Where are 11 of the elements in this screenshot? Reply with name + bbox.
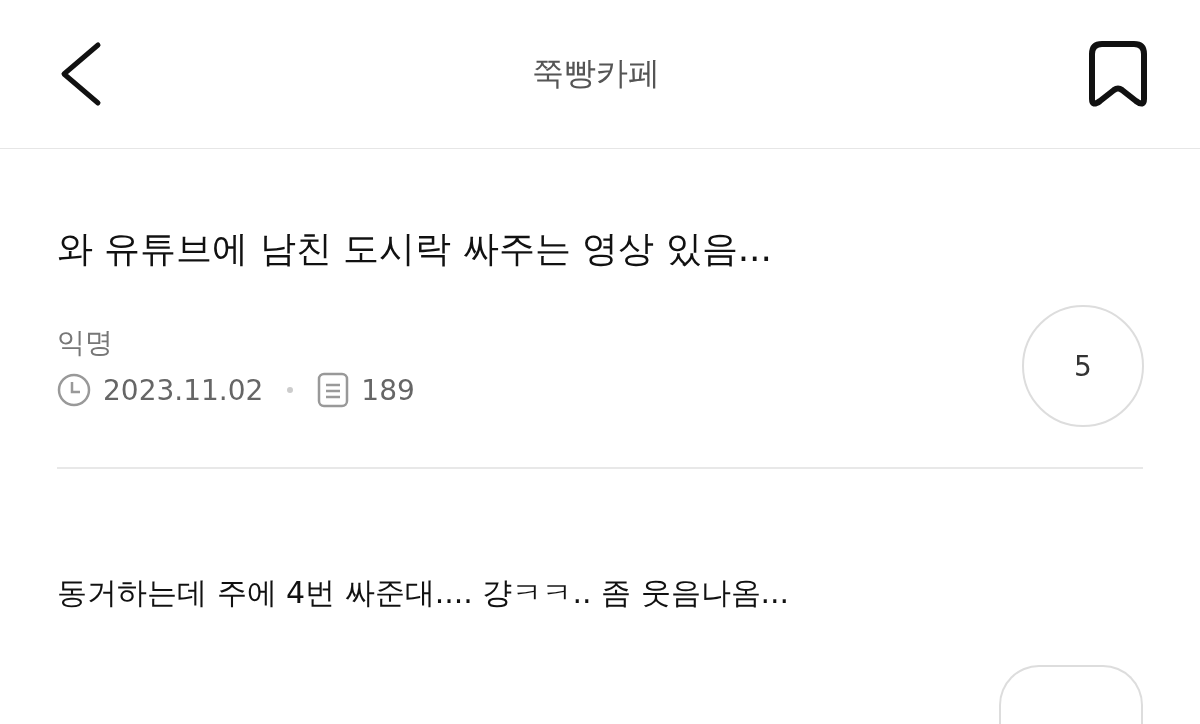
author-name: 익명 bbox=[57, 325, 114, 361]
comment-count-button[interactable]: 5 bbox=[1022, 305, 1144, 427]
view-count: 189 bbox=[361, 373, 415, 407]
separator-dot bbox=[287, 387, 294, 393]
clock-icon bbox=[57, 373, 91, 407]
document-icon bbox=[317, 372, 350, 408]
bookmark-icon[interactable] bbox=[1088, 41, 1148, 107]
post-body: 동거하는데 주에 4번 싸준대.... 걍ㅋㅋ.. 좀 웃음나옴... bbox=[57, 574, 791, 612]
post-date: 2023.11.02 bbox=[103, 373, 264, 407]
post-title: 와 유튜브에 남친 도시락 싸주는 영상 있음... bbox=[57, 227, 773, 271]
page-title: 쭉빵카페 bbox=[532, 53, 660, 94]
